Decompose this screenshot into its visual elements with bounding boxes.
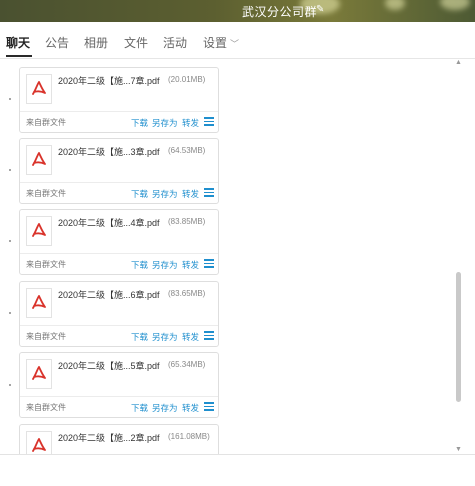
card-divider bbox=[20, 253, 218, 254]
message-dot bbox=[9, 169, 11, 171]
forward-button[interactable]: 转发 bbox=[182, 259, 199, 271]
scrollbar-thumb[interactable] bbox=[456, 272, 461, 402]
card-divider bbox=[20, 182, 218, 183]
download-button[interactable]: 下载 bbox=[131, 331, 148, 343]
chat-message-list[interactable]: 2020年二级【施...7章.pdf (20.01MB) 来自群文件 下载 另存… bbox=[0, 59, 460, 454]
tab-files[interactable]: 文件 bbox=[124, 34, 148, 51]
header-glow bbox=[385, 0, 405, 10]
file-size: (65.34MB) bbox=[168, 360, 206, 369]
card-divider bbox=[20, 111, 218, 112]
forward-button[interactable]: 转发 bbox=[182, 402, 199, 414]
file-size: (161.08MB) bbox=[168, 432, 210, 441]
download-button[interactable]: 下载 bbox=[131, 117, 148, 129]
menu-icon[interactable] bbox=[204, 117, 214, 126]
menu-icon[interactable] bbox=[204, 188, 214, 197]
file-size: (83.85MB) bbox=[168, 217, 206, 226]
file-card[interactable]: 2020年二级【施...5章.pdf (65.34MB) 来自群文件 下载 另存… bbox=[19, 352, 219, 418]
file-card[interactable]: 2020年二级【施...2章.pdf (161.08MB) bbox=[19, 424, 219, 454]
pdf-icon bbox=[26, 431, 52, 454]
menu-icon[interactable] bbox=[204, 259, 214, 268]
menu-icon[interactable] bbox=[204, 402, 214, 411]
card-divider bbox=[20, 325, 218, 326]
file-name: 2020年二级【施...7章.pdf bbox=[58, 76, 160, 86]
file-size: (64.53MB) bbox=[168, 146, 206, 155]
pdf-icon bbox=[26, 74, 52, 104]
pencil-icon[interactable]: ✎ bbox=[316, 4, 328, 16]
file-name: 2020年二级【施...4章.pdf bbox=[58, 218, 160, 228]
download-button[interactable]: 下载 bbox=[131, 259, 148, 271]
file-card[interactable]: 2020年二级【施...3章.pdf (64.53MB) 来自群文件 下载 另存… bbox=[19, 138, 219, 204]
file-name: 2020年二级【施...5章.pdf bbox=[58, 361, 160, 371]
tab-settings[interactable]: 设置 ﹀ bbox=[203, 34, 239, 51]
file-card[interactable]: 2020年二级【施...6章.pdf (83.65MB) 来自群文件 下载 另存… bbox=[19, 281, 219, 347]
message-dot bbox=[9, 240, 11, 242]
active-tab-indicator bbox=[6, 55, 32, 57]
card-divider bbox=[20, 396, 218, 397]
tab-chat[interactable]: 聊天 bbox=[6, 34, 30, 51]
file-size: (20.01MB) bbox=[168, 75, 206, 84]
file-card[interactable]: 2020年二级【施...4章.pdf (83.85MB) 来自群文件 下载 另存… bbox=[19, 209, 219, 275]
title-bar: 武汉分公司群 ✎ bbox=[0, 0, 475, 22]
tab-settings-label: 设置 bbox=[203, 36, 228, 50]
file-card[interactable]: 2020年二级【施...7章.pdf (20.01MB) 来自群文件 下载 另存… bbox=[19, 67, 219, 133]
menu-icon[interactable] bbox=[204, 331, 214, 340]
save-as-button[interactable]: 另存为 bbox=[152, 331, 178, 343]
file-name: 2020年二级【施...3章.pdf bbox=[58, 147, 160, 157]
file-name: 2020年二级【施...6章.pdf bbox=[58, 290, 160, 300]
message-dot bbox=[9, 98, 11, 100]
download-button[interactable]: 下载 bbox=[131, 402, 148, 414]
tab-album[interactable]: 相册 bbox=[84, 34, 108, 51]
file-source: 来自群文件 bbox=[26, 332, 66, 341]
pdf-icon bbox=[26, 145, 52, 175]
file-name: 2020年二级【施...2章.pdf bbox=[58, 433, 160, 443]
pdf-icon bbox=[26, 359, 52, 389]
file-size: (83.65MB) bbox=[168, 289, 206, 298]
tab-activities[interactable]: 活动 bbox=[163, 34, 187, 51]
save-as-button[interactable]: 另存为 bbox=[152, 117, 178, 129]
file-source: 来自群文件 bbox=[26, 403, 66, 412]
scroll-down-arrow-icon[interactable]: ▼ bbox=[455, 446, 462, 453]
file-source: 来自群文件 bbox=[26, 118, 66, 127]
message-dot bbox=[9, 384, 11, 386]
forward-button[interactable]: 转发 bbox=[182, 188, 199, 200]
pdf-icon bbox=[26, 288, 52, 318]
save-as-button[interactable]: 另存为 bbox=[152, 259, 178, 271]
save-as-button[interactable]: 另存为 bbox=[152, 402, 178, 414]
tab-announcements[interactable]: 公告 bbox=[45, 34, 69, 51]
pdf-icon bbox=[26, 216, 52, 246]
tab-bar: 聊天 公告 相册 文件 活动 设置 ﹀ bbox=[0, 22, 475, 59]
input-area-divider bbox=[0, 454, 475, 455]
scroll-up-arrow-icon[interactable]: ▲ bbox=[455, 59, 462, 66]
save-as-button[interactable]: 另存为 bbox=[152, 188, 178, 200]
chevron-down-icon: ﹀ bbox=[230, 39, 240, 49]
header-glow bbox=[440, 0, 470, 10]
group-title[interactable]: 武汉分公司群 bbox=[242, 3, 317, 20]
message-dot bbox=[9, 312, 11, 314]
forward-button[interactable]: 转发 bbox=[182, 331, 199, 343]
download-button[interactable]: 下载 bbox=[131, 188, 148, 200]
file-source: 来自群文件 bbox=[26, 189, 66, 198]
forward-button[interactable]: 转发 bbox=[182, 117, 199, 129]
file-source: 来自群文件 bbox=[26, 260, 66, 269]
